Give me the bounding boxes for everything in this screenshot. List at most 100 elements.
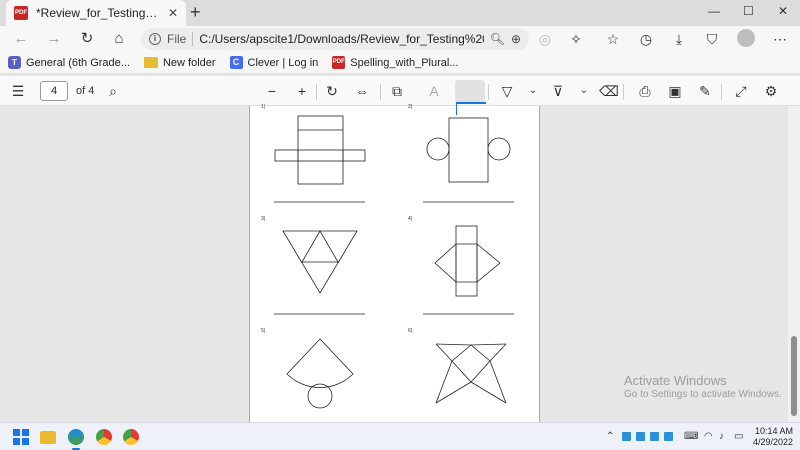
bookmark-spelling[interactable]: PDF Spelling_with_Plural... — [332, 56, 459, 69]
show-hidden-icons-chevron-icon[interactable]: ⌃ — [606, 431, 614, 443]
highlight-icon[interactable]: ⊽ — [549, 83, 567, 99]
chrome-icon[interactable] — [96, 429, 112, 445]
system-clock[interactable]: 10:14 AM 4/29/2022 — [753, 426, 793, 448]
print-icon[interactable]: ⎙ — [636, 83, 654, 99]
fit-page-icon[interactable]: ⇔ — [353, 83, 371, 99]
eraser-icon[interactable]: ⌫ — [599, 83, 619, 99]
history-icon[interactable]: ◷ — [637, 31, 655, 47]
highlight-options-chevron-icon[interactable]: ⌄ — [575, 83, 593, 99]
tab-strip: PDF *Review_for_Testing (2).pdf ✕ + — ☐ … — [0, 0, 800, 26]
text-box-cursor-line — [456, 103, 457, 115]
taskbar: ⌃ ⌨ ◠ ♪ ▭ 10:14 AM 4/29/2022 — [0, 422, 800, 450]
settings-gear-icon[interactable]: ⚙ — [762, 83, 780, 99]
answer-lines — [274, 201, 514, 315]
collections-add-icon[interactable]: ⊕ — [511, 32, 521, 46]
new-tab-button[interactable]: + — [190, 3, 201, 21]
clever-icon: C — [229, 56, 243, 69]
figure-5-cone-net — [286, 338, 354, 409]
favorites-icon[interactable]: ☆ — [604, 31, 622, 47]
bookmark-label: New folder — [162, 56, 216, 69]
divider — [192, 32, 194, 46]
browser-essentials-icon[interactable]: ⛉ — [703, 31, 721, 47]
bookmark-label: Spelling_with_Plural... — [350, 56, 459, 69]
tab-title: *Review_for_Testing (2).pdf — [36, 6, 160, 20]
figure-1-prism-net — [274, 115, 366, 185]
tray-app-icon[interactable] — [622, 432, 631, 441]
zoom-icon[interactable]: 🔍︎ — [490, 32, 505, 46]
bookmark-general[interactable]: T General (6th Grade... — [8, 56, 130, 69]
pdf-toolbar: ☰ 4 of 4 ⌕ − + ↻ ⇔ ⧉ A Ⓣ ▽ ⌄ ⊽ ⌄ ⌫ ⎙ ▣ ✎… — [0, 76, 800, 106]
zoom-out-icon[interactable]: − — [263, 83, 281, 99]
page-number-input[interactable]: 4 — [40, 81, 68, 101]
bookmark-label: General (6th Grade... — [26, 56, 130, 69]
search-icon[interactable]: ⌕ — [104, 83, 122, 99]
address-bar[interactable]: i File C:/Users/apscite1/Downloads/Revie… — [141, 28, 529, 50]
save-as-icon[interactable]: ✎ — [696, 83, 714, 99]
figure-3-pyramid-net — [282, 230, 358, 294]
back-button[interactable]: ← — [12, 30, 30, 48]
edge-icon[interactable] — [68, 429, 84, 445]
divider — [623, 84, 624, 100]
url-text[interactable]: C:/Users/apscite1/Downloads/Review_for_T… — [199, 32, 483, 46]
download-icon[interactable]: ⤓ — [670, 31, 688, 47]
draw-options-chevron-icon[interactable]: ⌄ — [524, 83, 542, 99]
windows-start-icon[interactable] — [13, 429, 29, 445]
extensions-icon[interactable]: ✧ — [567, 31, 585, 47]
read-aloud-icon[interactable]: A — [425, 83, 443, 99]
folder-icon — [143, 57, 158, 68]
minimize-button[interactable]: — — [708, 4, 720, 18]
draw-icon[interactable]: ▽ — [498, 83, 516, 99]
divider — [488, 84, 489, 100]
info-icon[interactable]: i — [149, 33, 161, 45]
close-window-button[interactable]: ✕ — [778, 4, 788, 18]
volume-icon[interactable]: ♪ — [719, 431, 724, 443]
pdf-icon: PDF — [14, 6, 28, 20]
profile-avatar[interactable] — [737, 29, 755, 47]
page-count: of 4 — [76, 85, 95, 97]
teams-icon: T — [8, 56, 21, 69]
battery-icon[interactable]: ▭ — [734, 431, 743, 443]
figure-6-pyramid-net — [435, 343, 507, 404]
bookmark-new-folder[interactable]: New folder — [143, 56, 216, 69]
divider — [721, 84, 722, 100]
pdf-page: 1) 2) 3) 4) 5) 6) — [249, 104, 540, 422]
more-menu-icon[interactable]: ⋯ — [771, 31, 789, 47]
activate-windows-watermark: Activate Windows Go to Settings to activ… — [624, 373, 782, 400]
bookmark-clever[interactable]: C Clever | Log in — [229, 56, 319, 69]
chrome-profile-icon[interactable] — [123, 429, 139, 445]
page-view-icon[interactable]: ⧉ — [388, 83, 406, 99]
refresh-button[interactable]: ↻ — [78, 30, 96, 48]
tray-app-icon[interactable] — [636, 432, 645, 441]
figure-2-cylinder-net — [426, 117, 511, 183]
forward-button[interactable]: → — [45, 30, 63, 48]
home-button[interactable]: ⌂ — [110, 30, 128, 48]
maximize-button[interactable]: ☐ — [743, 4, 754, 18]
bookmarks-bar: T General (6th Grade... New folder C Cle… — [0, 52, 800, 74]
tracking-icon[interactable]: ◎ — [536, 31, 554, 47]
wifi-icon[interactable]: ◠ — [704, 431, 713, 443]
bookmark-label: Clever | Log in — [247, 56, 319, 69]
save-icon[interactable]: ▣ — [666, 83, 684, 99]
worksheet-figures — [274, 115, 514, 409]
figure-4-prism-net — [434, 225, 501, 297]
divider — [316, 84, 317, 100]
zoom-in-icon[interactable]: + — [293, 83, 311, 99]
tray-app-icon[interactable] — [664, 432, 673, 441]
watermark-subtitle: Go to Settings to activate Windows. — [624, 389, 782, 400]
fullscreen-icon[interactable]: ⤢ — [732, 83, 750, 99]
scrollbar-thumb[interactable] — [791, 336, 797, 416]
vertical-scrollbar[interactable] — [788, 106, 800, 422]
file-explorer-icon[interactable] — [40, 431, 56, 444]
contents-icon[interactable]: ☰ — [9, 83, 27, 99]
watermark-title: Activate Windows — [624, 373, 727, 388]
tray-app-icon[interactable] — [650, 432, 659, 441]
text-box-cursor — [456, 102, 486, 104]
rotate-icon[interactable]: ↻ — [323, 83, 341, 99]
clock-date: 4/29/2022 — [753, 437, 794, 447]
text-box-active-highlight — [455, 80, 485, 102]
keyboard-icon[interactable]: ⌨ — [684, 431, 698, 443]
pdf-icon: PDF — [332, 56, 346, 69]
close-tab-icon[interactable]: ✕ — [168, 6, 178, 20]
tab-review-pdf[interactable]: PDF *Review_for_Testing (2).pdf ✕ — [6, 0, 186, 26]
file-scheme-label: File — [167, 32, 187, 46]
